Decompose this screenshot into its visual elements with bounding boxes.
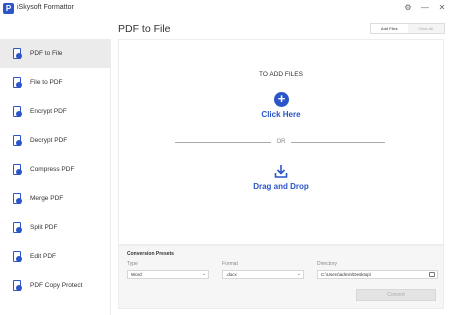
file-to-pdf-icon [12,76,22,89]
directory-label: Directory [317,261,338,267]
conversion-presets-panel: Conversion Presets Type Word ⌄ Format .d… [118,245,444,309]
chevron-down-icon: ⌄ [296,271,301,277]
add-files-button[interactable]: Add Files [371,24,408,33]
sidebar-item-edit-pdf[interactable]: Edit PDF [0,242,110,271]
sidebar-item-label: Split PDF [30,224,58,231]
close-icon[interactable]: ✕ [438,3,446,13]
pdf-to-file-icon [12,47,22,60]
sidebar-item-encrypt-pdf[interactable]: Encrypt PDF [0,97,110,126]
sidebar-item-label: Compress PDF [30,166,75,173]
sidebar-item-decrypt-pdf[interactable]: Decrypt PDF [0,126,110,155]
sidebar-item-merge-pdf[interactable]: Merge PDF [0,184,110,213]
app-title: iSkysoft Formattor [17,4,74,11]
app-logo-icon: P [3,3,14,14]
download-icon [274,165,288,178]
edit-pencil-icon [12,250,22,263]
page-title: PDF to File [118,23,171,35]
format-select[interactable]: .docx ⌄ [222,270,304,279]
or-separator: OR [276,139,286,145]
encrypt-lock-icon [12,105,22,118]
sidebar-item-pdf-copy-protect[interactable]: PDF Copy Protect [0,271,110,300]
file-actions-tabs: Add Files Clear All [370,23,445,34]
directory-value: C:\Users\admin\Desktop\ [321,272,372,277]
directory-field[interactable]: C:\Users\admin\Desktop\ [317,270,438,279]
app-window: P iSkysoft Formattor ⚙ — ✕ PDF to File A… [0,0,450,315]
type-label: Type [127,261,138,267]
sidebar-item-split-pdf[interactable]: Split PDF [0,213,110,242]
presets-title: Conversion Presets [127,251,174,257]
copy-protect-icon [12,279,22,292]
settings-gear-icon[interactable]: ⚙ [404,3,412,13]
sidebar-item-label: Decrypt PDF [30,137,68,144]
clear-all-button[interactable]: Clear All [407,24,444,33]
sidebar-item-compress-pdf[interactable]: Compress PDF [0,155,110,184]
click-here-link[interactable]: Click Here [119,110,443,119]
decrypt-unlock-icon [12,134,22,147]
sidebar-item-label: File to PDF [30,79,63,86]
split-icon [12,221,22,234]
title-bar: P iSkysoft Formattor ⚙ — ✕ [0,0,450,20]
sidebar-item-label: PDF Copy Protect [30,282,83,289]
type-select[interactable]: Word ⌄ [127,270,209,279]
chevron-down-icon: ⌄ [201,271,206,277]
compress-icon [12,163,22,176]
drag-and-drop-label: Drag and Drop [253,182,309,191]
sidebar-item-file-to-pdf[interactable]: File to PDF [0,68,110,97]
add-files-heading: TO ADD FILES [259,71,303,78]
window-controls: ⚙ — ✕ [404,3,446,13]
sidebar-item-label: Edit PDF [30,253,57,260]
sidebar-item-label: Merge PDF [30,195,64,202]
sidebar-item-pdf-to-file[interactable]: PDF to File [0,39,110,68]
folder-icon[interactable] [429,272,435,277]
divider-right [291,142,385,143]
file-drop-zone[interactable]: TO ADD FILES + Click Here OR Drag and Dr… [118,39,444,245]
sidebar-item-label: Encrypt PDF [30,108,67,115]
sidebar-item-label: PDF to File [30,50,63,57]
sidebar: PDF to File File to PDF Encrypt PDF Decr… [0,39,111,315]
minimize-icon[interactable]: — [421,3,429,13]
merge-icon [12,192,22,205]
add-plus-icon[interactable]: + [274,92,289,107]
format-label: Format [222,261,238,267]
convert-button[interactable]: Convert [356,289,436,301]
type-value: Word [131,272,142,277]
format-value: .docx [226,272,237,277]
